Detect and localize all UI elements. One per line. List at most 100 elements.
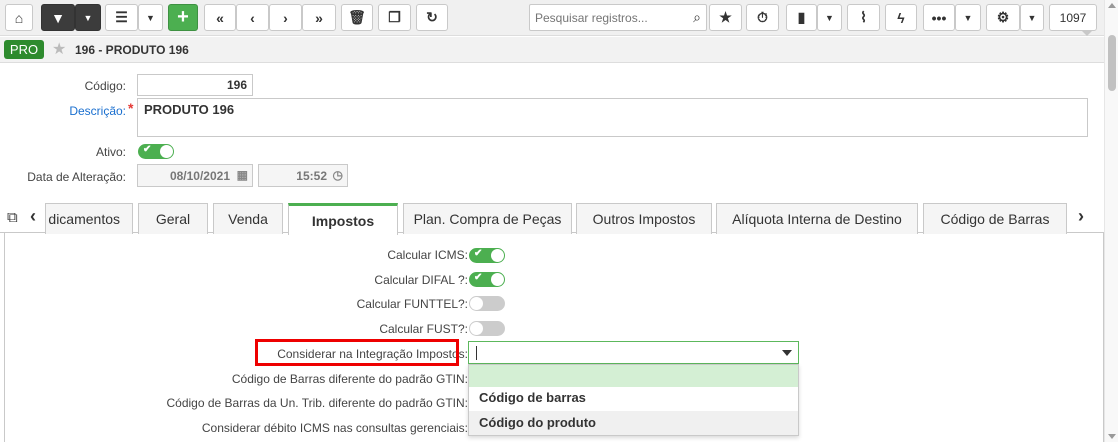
record-title: 196 - PRODUTO 196: [75, 43, 189, 57]
delete-button[interactable]: 🗑: [341, 4, 373, 31]
considerar-integracao-impostos-select[interactable]: [468, 341, 799, 364]
check-icon: ✔: [143, 144, 152, 155]
search-input[interactable]: [530, 5, 680, 30]
scroll-thumb[interactable]: [1108, 35, 1116, 91]
caret-down-icon[interactable]: [782, 350, 792, 356]
tab-outros-impostos[interactable]: Outros Impostos: [576, 203, 712, 234]
home-button[interactable]: ⌂: [5, 4, 33, 31]
more-icon: •••: [931, 9, 947, 26]
chevron-left-icon: ‹: [250, 9, 255, 26]
page-scrollbar[interactable]: [1104, 0, 1118, 442]
codigo-field[interactable]: 196: [137, 74, 253, 96]
report-dropdown-button[interactable]: ▼: [817, 4, 842, 31]
search-box: ⌕: [529, 4, 707, 31]
scroll-down-icon[interactable]: [1108, 434, 1116, 439]
copy-tabs-icon[interactable]: ⧉: [7, 209, 18, 226]
plus-icon: +: [177, 6, 189, 28]
first-record-button[interactable]: «: [204, 4, 236, 31]
ativo-toggle[interactable]: ✔: [138, 144, 174, 159]
record-counter[interactable]: 1097: [1049, 4, 1097, 36]
search-icon[interactable]: ⌕: [693, 9, 701, 26]
tab-venda[interactable]: Venda: [213, 203, 283, 234]
settings-button[interactable]: ⚙: [986, 4, 1020, 31]
tab-plan-compra-pecas[interactable]: Plan. Compra de Peças: [403, 203, 572, 234]
clock-icon[interactable]: ◷: [333, 168, 343, 182]
scroll-up-icon[interactable]: [1108, 3, 1116, 8]
list-icon: ☰: [115, 9, 128, 25]
caret-down-icon: ▼: [963, 12, 973, 23]
dropdown-option-codigo-barras[interactable]: Código de barras: [469, 386, 798, 410]
caret-down-icon: ▼: [1027, 12, 1037, 23]
tabs-scroll-right-icon[interactable]: ›: [1078, 206, 1084, 227]
tab-codigo-de-barras[interactable]: Código de Barras: [923, 203, 1067, 234]
filter-dropdown-button[interactable]: ▼: [75, 4, 101, 31]
tabs-bar: ⧉ ‹ dicamentos Geral Venda Impostos Plan…: [0, 201, 1104, 235]
dropdown-option-codigo-produto[interactable]: Código do produto: [469, 411, 798, 435]
required-asterisk: *: [128, 100, 134, 116]
toggle-knob: [160, 145, 173, 158]
favorite-star-icon[interactable]: ★: [52, 39, 66, 59]
calendar-icon[interactable]: ▦: [237, 168, 248, 182]
tab-impostos[interactable]: Impostos: [288, 203, 398, 235]
descricao-field[interactable]: PRODUTO 196: [137, 98, 1088, 137]
previous-record-button[interactable]: ‹: [236, 4, 269, 31]
report-button[interactable]: ▮: [786, 4, 817, 31]
descricao-label-text: Descrição:: [69, 104, 126, 118]
caret-down-icon: ▼: [825, 12, 834, 23]
add-button[interactable]: +: [168, 4, 198, 31]
tab-aliquota-interna-destino[interactable]: Alíquota Interna de Destino: [716, 203, 918, 234]
favorite-button[interactable]: ★: [709, 4, 742, 31]
data-alteracao-label: Data de Alteração:: [27, 170, 126, 184]
double-chevron-right-icon: »: [315, 9, 323, 26]
actions-button[interactable]: ϟ: [885, 4, 917, 31]
attachment-button[interactable]: ⌇: [847, 4, 880, 31]
lightning-icon: ϟ: [897, 9, 905, 26]
descricao-value: PRODUTO 196: [144, 102, 235, 117]
calcular-funttel-label: Calcular FUNTTEL?:: [356, 297, 468, 311]
settings-dropdown-button[interactable]: ▼: [1020, 4, 1044, 31]
toggle-knob: [491, 249, 504, 262]
data-value: 08/10/2021: [169, 169, 230, 183]
list-view-dropdown-button[interactable]: ▼: [138, 4, 163, 31]
list-view-button[interactable]: ☰: [105, 4, 138, 31]
calcular-funttel-toggle[interactable]: [469, 296, 505, 311]
refresh-icon: ↻: [426, 9, 438, 25]
star-icon: ★: [719, 9, 732, 25]
next-record-button[interactable]: ›: [269, 4, 302, 31]
record-title-bar: PRO ★ 196 - PRODUTO 196: [0, 37, 1104, 63]
refresh-button[interactable]: ↻: [416, 4, 448, 31]
module-badge: PRO: [4, 40, 44, 59]
tabs-scroll-left-icon[interactable]: ‹: [30, 206, 36, 227]
calcular-difal-toggle[interactable]: ✔: [469, 272, 505, 287]
dropdown-option-empty[interactable]: [469, 365, 798, 387]
filter-button[interactable]: ▼: [41, 4, 75, 31]
tab-geral[interactable]: Geral: [138, 203, 208, 234]
calcular-fust-label: Calcular FUST?:: [379, 322, 468, 336]
filter-icon: ▼: [51, 9, 65, 26]
toolbar: ⌂ ▼ ▼ ☰ ▼ + « ‹ › » 🗑 ❐ ↻ ⌕ ★ ⏱ ▮ ▼ ⌇ ϟ …: [0, 0, 1104, 36]
calcular-icms-label: Calcular ICMS:: [387, 248, 468, 262]
calcular-icms-toggle[interactable]: ✔: [469, 248, 505, 263]
codigo-barras-un-trib-gtin-label: Código de Barras da Un. Trib. diferente …: [166, 396, 469, 410]
dropdown-options-list: Código de barras Código do produto: [468, 364, 799, 436]
more-dropdown-button[interactable]: ▼: [955, 4, 981, 31]
last-record-button[interactable]: »: [302, 4, 336, 31]
highlight-box: [255, 339, 459, 366]
timer-button[interactable]: ⏱: [746, 4, 779, 31]
hora-field[interactable]: 15:52 ◷: [258, 164, 348, 187]
codigo-barras-gtin-label: Código de Barras diferente do padrão GTI…: [231, 372, 468, 386]
descricao-label: Descrição:: [30, 104, 126, 118]
check-icon: ✔: [474, 248, 483, 259]
toggle-knob: [470, 297, 483, 310]
double-chevron-left-icon: «: [216, 9, 224, 26]
copy-icon: ❐: [388, 9, 401, 25]
trash-icon: 🗑: [348, 9, 366, 25]
copy-button[interactable]: ❐: [378, 4, 411, 31]
hora-value: 15:52: [296, 169, 327, 183]
data-field[interactable]: 08/10/2021 ▦: [137, 164, 253, 187]
gear-icon: ⚙: [996, 9, 1010, 25]
chevron-right-icon: ›: [283, 9, 288, 26]
more-button[interactable]: •••: [923, 4, 955, 31]
calcular-fust-toggle[interactable]: [469, 321, 505, 336]
tab-medicamentos[interactable]: dicamentos: [45, 203, 133, 234]
